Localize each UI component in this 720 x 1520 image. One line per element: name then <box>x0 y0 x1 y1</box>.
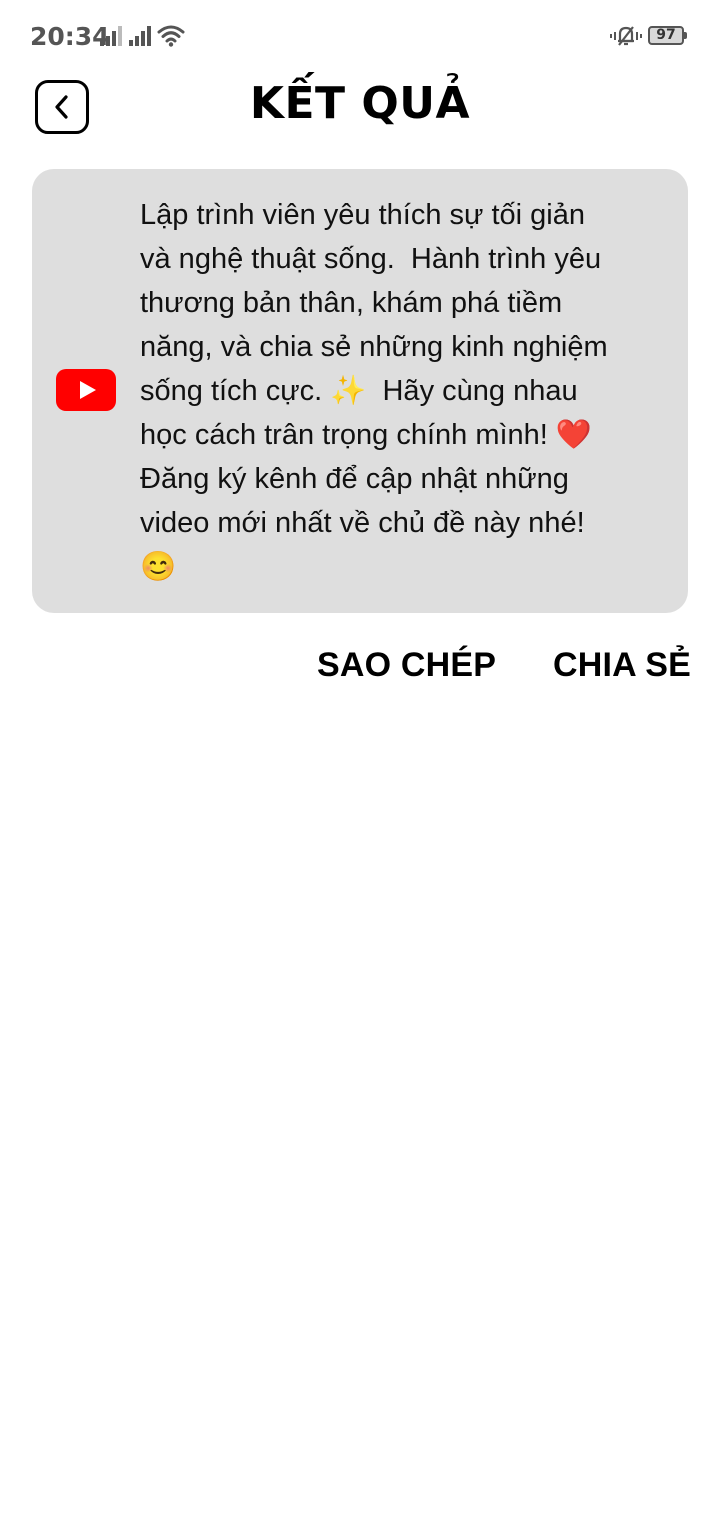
status-time: 20:34 <box>30 22 110 51</box>
status-bar: 20:34 97 <box>0 0 720 72</box>
result-text[interactable]: Lập trình viên yêu thích sự tối giản và … <box>140 193 670 589</box>
result-card: Lập trình viên yêu thích sự tối giản và … <box>32 169 688 613</box>
vibrate-icon <box>610 26 642 46</box>
signal-icon <box>100 26 122 46</box>
youtube-icon <box>56 369 116 411</box>
copy-button[interactable]: SAO CHÉP <box>317 646 496 685</box>
battery-icon: 97 <box>648 26 687 45</box>
page-title: KẾT QUẢ <box>249 78 471 129</box>
share-button[interactable]: CHIA SẺ <box>553 646 691 685</box>
signal-icon <box>129 26 151 46</box>
battery-level: 97 <box>656 27 676 43</box>
wifi-icon <box>157 25 185 47</box>
